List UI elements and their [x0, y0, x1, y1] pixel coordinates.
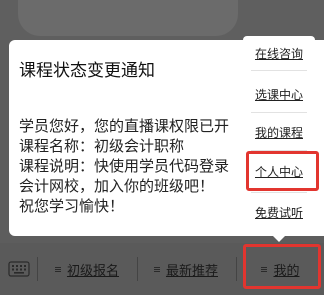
menu-lines-icon	[54, 266, 61, 273]
menu-item-label: 免费试听	[254, 205, 303, 220]
notification-title: 课程状态变更通知	[19, 61, 155, 81]
menu-item-course-center[interactable]: 选课中心	[243, 77, 315, 111]
menu-item-label: 选课中心	[254, 87, 303, 102]
popup-pointer	[271, 234, 287, 242]
notification-line: 会计网校，加入你的班级吧！	[19, 177, 215, 195]
menu-item-free-trial[interactable]: 免费试听	[243, 195, 315, 229]
menu-item-label: 在线咨询	[254, 46, 303, 61]
notification-line: 学员您好，您的直播课权限已开	[19, 117, 230, 135]
menu-item-label: 我的课程	[254, 125, 303, 140]
chat-header-area	[0, 0, 324, 40]
menu-divider	[251, 112, 307, 113]
keyboard-icon	[7, 261, 30, 277]
notification-body: 学员您好，您的直播课权限已开 课程名称：初级会计职称 课程说明：快使用学员代码登…	[19, 116, 229, 216]
notification-line: 课程名称：初级会计职称	[19, 137, 185, 155]
menu-lines-icon	[153, 266, 160, 273]
nav-item-label: 最新推荐	[165, 263, 218, 279]
header-shape	[18, 0, 238, 36]
highlight-personal-center	[246, 151, 319, 191]
highlight-mine	[243, 244, 321, 289]
menu-divider	[251, 192, 307, 193]
notification-line: 祝您学习愉快！	[19, 197, 125, 215]
menu-item-online-consult[interactable]: 在线咨询	[243, 36, 315, 70]
keyboard-toggle[interactable]	[0, 243, 37, 295]
menu-divider	[251, 70, 307, 71]
nav-item-latest-recommend[interactable]: 最新推荐	[138, 243, 234, 295]
popup-menu: 在线咨询 选课中心 我的课程 个人中心 免费试听	[243, 36, 315, 234]
nav-item-label: 初级报名	[66, 263, 119, 279]
menu-item-my-courses[interactable]: 我的课程	[243, 115, 315, 149]
notification-line: 课程说明：快使用学员代码登录	[19, 157, 230, 175]
nav-item-beginner-signup[interactable]: 初级报名	[38, 243, 136, 295]
